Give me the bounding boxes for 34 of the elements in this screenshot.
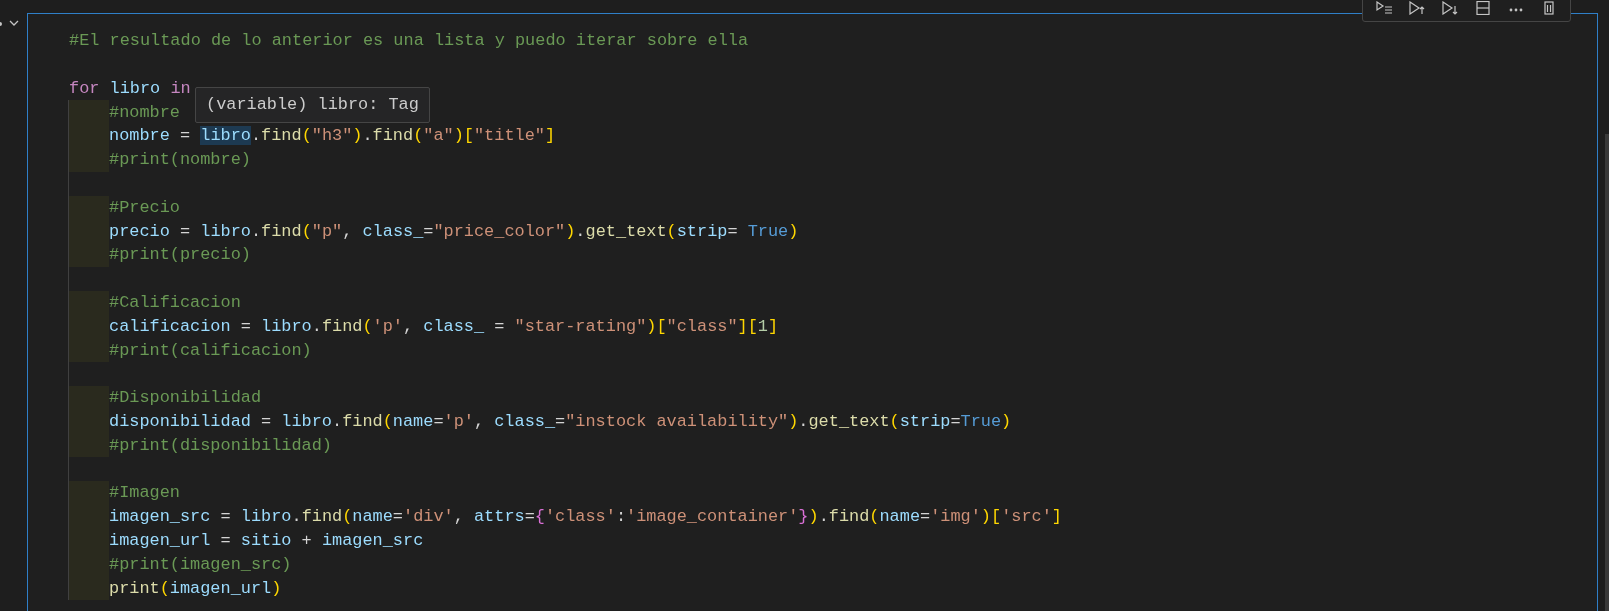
code-line: #print(disponibilidad) <box>109 434 332 457</box>
indent-highlight <box>69 290 109 315</box>
code-line: #Disponibilidad <box>109 387 262 410</box>
code-line: #Calificacion <box>109 292 241 314</box>
indent-highlight <box>69 148 109 172</box>
run-below-icon[interactable] <box>1441 1 1459 15</box>
indent-highlight <box>69 338 109 363</box>
code-line: print(imagen_url) <box>109 577 282 600</box>
indent-highlight <box>69 433 109 458</box>
indent-highlight <box>69 100 109 125</box>
code-line: nombre = libro.find("h3").find("a")["title"] <box>109 125 556 148</box>
code-line: #Imagen <box>109 482 180 505</box>
run-by-line-icon[interactable] <box>1375 1 1393 15</box>
code-line: imagen_url = sitio + imagen_src <box>109 529 424 552</box>
indent-highlight <box>69 576 109 601</box>
code-line: precio = libro.find("p", class_="price_color").get_text(strip= True) <box>109 220 799 243</box>
hover-tooltip: (variable) libro: Tag <box>195 87 430 123</box>
code-line: disponibilidad = libro.find(name='p', class_="instock availability").get_text(strip=True) <box>109 410 1012 433</box>
code-line: imagen_src = libro.find(name='div', attrs={'class':'image_container'}).find(name='img')['src'] <box>109 506 1062 529</box>
code-line: #El resultado de lo anterior es una lista y puedo iterar sobre ella <box>69 30 749 53</box>
indent-highlight <box>69 195 109 220</box>
code-line: #print(precio) <box>109 244 251 267</box>
code-line: #Precio <box>109 196 180 219</box>
split-cell-icon[interactable] <box>1474 1 1492 15</box>
code-line: for libro in <box>69 77 191 100</box>
code-line: calificacion = libro.find('p', class_ = "star-rating")["class"][1] <box>109 315 779 338</box>
indent-highlight <box>69 385 109 410</box>
run-above-icon[interactable] <box>1408 1 1426 15</box>
code-line: #print(nombre) <box>109 149 251 172</box>
code-line: #print(imagen_src) <box>109 553 292 576</box>
indent-highlight <box>69 481 109 505</box>
indent-highlight <box>69 243 109 267</box>
code-line: #print(calificacion) <box>109 339 312 362</box>
code-line: #nombre <box>109 101 180 124</box>
